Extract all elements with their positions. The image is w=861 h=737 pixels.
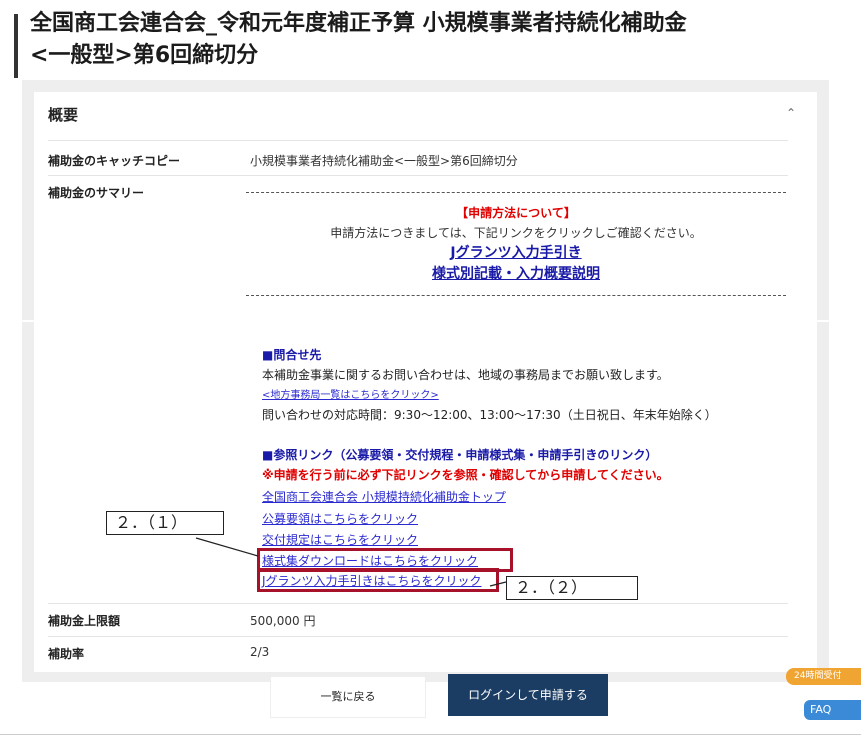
back-to-list-button[interactable]: 一覧に戻る xyxy=(270,676,426,718)
connector-line-2 xyxy=(489,581,507,587)
limit-value: 500,000 円 xyxy=(250,614,316,628)
limit-label: 補助金上限額 xyxy=(48,614,121,628)
rate-label: 補助率 xyxy=(48,647,85,661)
login-apply-button[interactable]: ログインして申請する xyxy=(448,674,608,716)
row-divider xyxy=(48,636,788,637)
annotation-label-1: ２．（１） xyxy=(106,511,224,535)
rate-value: 2/3 xyxy=(250,645,270,659)
bottom-border xyxy=(0,734,861,735)
connector-line-1 xyxy=(195,537,259,557)
24h-badge: 24時間受付 xyxy=(786,668,861,685)
row-divider xyxy=(48,603,788,604)
faq-button[interactable]: FAQ xyxy=(804,700,861,720)
annotation-label-2: ２．（２） xyxy=(506,576,638,600)
annotation-connectors xyxy=(195,537,507,587)
